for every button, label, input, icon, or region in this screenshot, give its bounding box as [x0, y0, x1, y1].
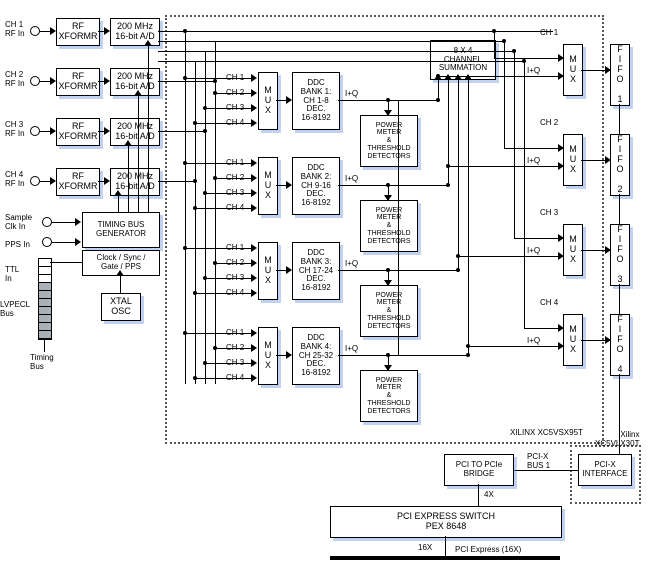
timing-bus-generator: TIMING BUS GENERATOR [82, 212, 160, 248]
out-iq-4: I+Q [527, 336, 540, 345]
rf-xformr-1: RF XFORMR [56, 18, 100, 46]
iq-4: I+Q [345, 344, 358, 353]
mux-1: M U X [258, 72, 278, 130]
ch2-rf-port [30, 76, 40, 86]
rf-xformr-2: RF XFORMR [56, 68, 100, 96]
out-ch4-label: CH 4 [540, 298, 558, 307]
fpga-side-label: Xilinx XC5VLX30T [595, 430, 639, 448]
power-meter-2: POWER METER & THRESHOLD DETECTORS [360, 200, 418, 252]
timing-bus-v-label: Timing Bus [30, 353, 54, 371]
out-mux-2: M U X [563, 134, 583, 186]
out-mux-1: M U X [563, 44, 583, 96]
out-ch2-label: CH 2 [540, 118, 558, 127]
ddc-3: DDC BANK 3: CH 17-24 DEC. 16-8192 [292, 242, 340, 300]
fifo-3: F I F O 3 [610, 224, 630, 286]
power-meter-3: POWER METER & THRESHOLD DETECTORS [360, 285, 418, 337]
out-iq-3: I+Q [527, 246, 540, 255]
pps-port [42, 237, 52, 247]
ch1-rf-label: CH 1 RF In [5, 20, 25, 38]
mux-4: M U X [258, 327, 278, 385]
adc-3: 200 MHz 16-bit A/D [110, 118, 160, 146]
out-iq-2: I+Q [527, 156, 540, 165]
iq-2: I+Q [345, 174, 358, 183]
ch4-rf-port [30, 176, 40, 186]
pci-switch: PCI EXPRESS SWITCH PEX 8648 [330, 506, 562, 538]
ch1-rf-port [30, 26, 40, 36]
iq-1: I+Q [345, 89, 358, 98]
mux-3: M U X [258, 242, 278, 300]
out-mux-3: M U X [563, 224, 583, 276]
fifo-4: F I F O 4 [610, 314, 630, 376]
pcie-16x-label: PCI Express (16X) [455, 545, 521, 554]
out-ch3-label: CH 3 [540, 208, 558, 217]
iq-3: I+Q [345, 259, 358, 268]
sample-clk-port [42, 217, 52, 227]
power-meter-1: POWER METER & THRESHOLD DETECTORS [360, 115, 418, 167]
ch4-rf-label: CH 4 RF In [5, 170, 25, 188]
pci-bridge: PCI TO PCIe BRIDGE [444, 454, 514, 486]
mux-2: M U X [258, 157, 278, 215]
ch3-rf-port [30, 126, 40, 136]
adc-1: 200 MHz 16-bit A/D [110, 18, 160, 46]
power-meter-4: POWER METER & THRESHOLD DETECTORS [360, 370, 418, 422]
timing-bus-connector [38, 258, 52, 340]
rf-xformr-4: RF XFORMR [56, 168, 100, 196]
fifo-1: F I F O 1 [610, 44, 630, 106]
rf-xformr-3: RF XFORMR [56, 118, 100, 146]
out-ch1-label: CH 1 [540, 28, 558, 37]
lvpecl-label: LVPECL Bus [0, 300, 30, 318]
ch3-rf-label: CH 3 RF In [5, 120, 25, 138]
ddc-2: DDC BANK 2: CH 9-16 DEC. 16-8192 [292, 157, 340, 215]
xtal-osc: XTAL OSC [101, 293, 141, 321]
ch2-rf-label: CH 2 RF In [5, 70, 25, 88]
ddc-1: DDC BANK 1: CH 1-8 DEC. 16-8192 [292, 72, 340, 130]
out-mux-4: M U X [563, 314, 583, 366]
ddc-4: DDC BANK 4: CH 25-32 DEC. 16-8192 [292, 327, 340, 385]
fpga-main-label: XILINX XC5VSX95T [510, 428, 583, 437]
sample-clk-label: Sample Clk In [5, 213, 32, 231]
fifo-2: F I F O 2 [610, 134, 630, 196]
ttl-label: TTL In [5, 265, 19, 283]
pcix-bus-label: PCI-X BUS 1 [527, 452, 550, 470]
out-iq-1: I+Q [527, 66, 540, 75]
pcix-interface: PCI-X INTERFACE [578, 454, 632, 486]
lanes-16x: 16X [418, 543, 432, 552]
pps-label: PPS In [5, 240, 30, 249]
lanes-4x: 4X [484, 490, 494, 499]
